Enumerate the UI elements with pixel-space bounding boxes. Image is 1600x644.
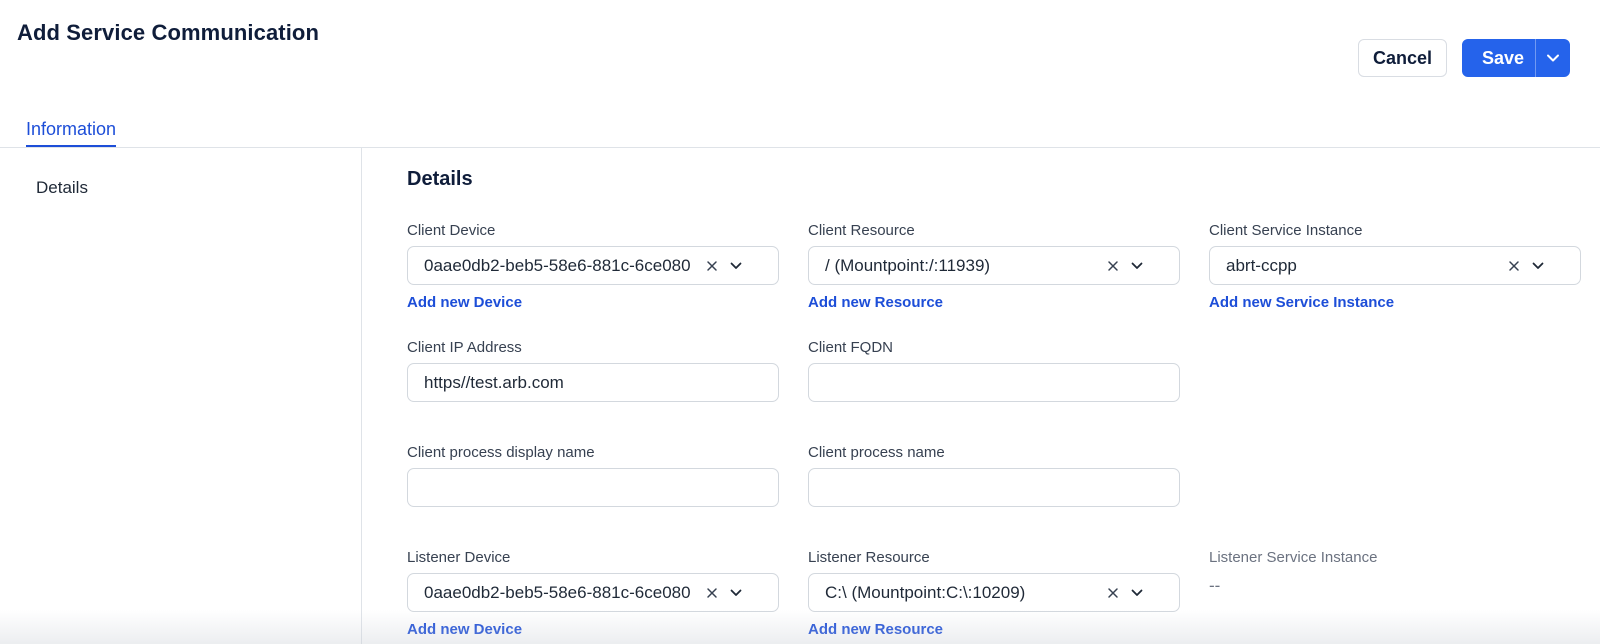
client-process-display-name-input[interactable]: [407, 468, 779, 507]
listener-device-select[interactable]: 0aae0db2-beb5-58e6-881c-6ce080: [407, 573, 779, 612]
listener-device-value: 0aae0db2-beb5-58e6-881c-6ce080: [424, 582, 691, 602]
add-new-client-service-instance-link[interactable]: Add new Service Instance: [1209, 294, 1394, 311]
client-service-instance-label: Client Service Instance: [1209, 222, 1363, 239]
listener-resource-select[interactable]: C:\ (Mountpoint:C:\:10209): [808, 573, 1180, 612]
save-options-chevron-down-icon[interactable]: [1536, 40, 1569, 76]
save-button[interactable]: Save: [1462, 39, 1570, 77]
tab-bar: Information: [0, 110, 1600, 148]
cancel-button[interactable]: Cancel: [1358, 39, 1447, 77]
client-fqdn-input[interactable]: [808, 363, 1180, 402]
listener-resource-label: Listener Resource: [808, 549, 930, 566]
cancel-button-label: Cancel: [1372, 47, 1433, 68]
client-device-value: 0aae0db2-beb5-58e6-881c-6ce080: [424, 255, 691, 275]
sidebar: Details: [0, 148, 362, 644]
section-title: Details: [407, 168, 473, 190]
client-device-label: Client Device: [407, 222, 496, 239]
chevron-down-icon[interactable]: [728, 258, 744, 274]
chevron-down-icon[interactable]: [728, 585, 744, 601]
add-new-client-resource-link[interactable]: Add new Resource: [808, 294, 943, 311]
add-new-listener-resource-link[interactable]: Add new Resource: [808, 621, 943, 638]
sidebar-item-details[interactable]: Details: [36, 178, 88, 198]
chevron-down-icon[interactable]: [1129, 585, 1145, 601]
client-ip-address-value: https//test.arb.com: [424, 372, 564, 392]
client-service-instance-value: abrt-ccpp: [1226, 255, 1297, 275]
client-ip-address-input[interactable]: https//test.arb.com: [407, 363, 779, 402]
tab-information[interactable]: Information: [26, 119, 117, 147]
chevron-down-icon[interactable]: [1129, 258, 1145, 274]
client-resource-label: Client Resource: [808, 222, 915, 239]
close-icon[interactable]: [1105, 258, 1121, 274]
client-ip-address-label: Client IP Address: [407, 339, 522, 356]
listener-resource-value: C:\ (Mountpoint:C:\:10209): [825, 582, 1026, 602]
close-icon[interactable]: [704, 258, 720, 274]
chevron-down-icon[interactable]: [1530, 258, 1546, 274]
client-device-select[interactable]: 0aae0db2-beb5-58e6-881c-6ce080: [407, 246, 779, 285]
page-title: Add Service Communication: [17, 20, 320, 45]
save-button-label: Save: [1482, 47, 1525, 68]
listener-device-label: Listener Device: [407, 549, 511, 566]
client-resource-select[interactable]: / (Mountpoint:/:11939): [808, 246, 1180, 285]
add-new-listener-device-link[interactable]: Add new Device: [407, 621, 522, 638]
add-new-client-device-link[interactable]: Add new Device: [407, 294, 522, 311]
client-resource-value: / (Mountpoint:/:11939): [825, 255, 991, 275]
listener-service-instance-value: --: [1209, 576, 1221, 595]
close-icon[interactable]: [1506, 258, 1522, 274]
listener-service-instance-label: Listener Service Instance: [1209, 549, 1378, 566]
close-icon[interactable]: [1105, 585, 1121, 601]
client-process-name-label: Client process name: [808, 444, 945, 461]
client-process-display-name-label: Client process display name: [407, 444, 595, 461]
client-process-name-input[interactable]: [808, 468, 1180, 507]
client-service-instance-select[interactable]: abrt-ccpp: [1209, 246, 1581, 285]
close-icon[interactable]: [704, 585, 720, 601]
client-fqdn-label: Client FQDN: [808, 339, 894, 356]
